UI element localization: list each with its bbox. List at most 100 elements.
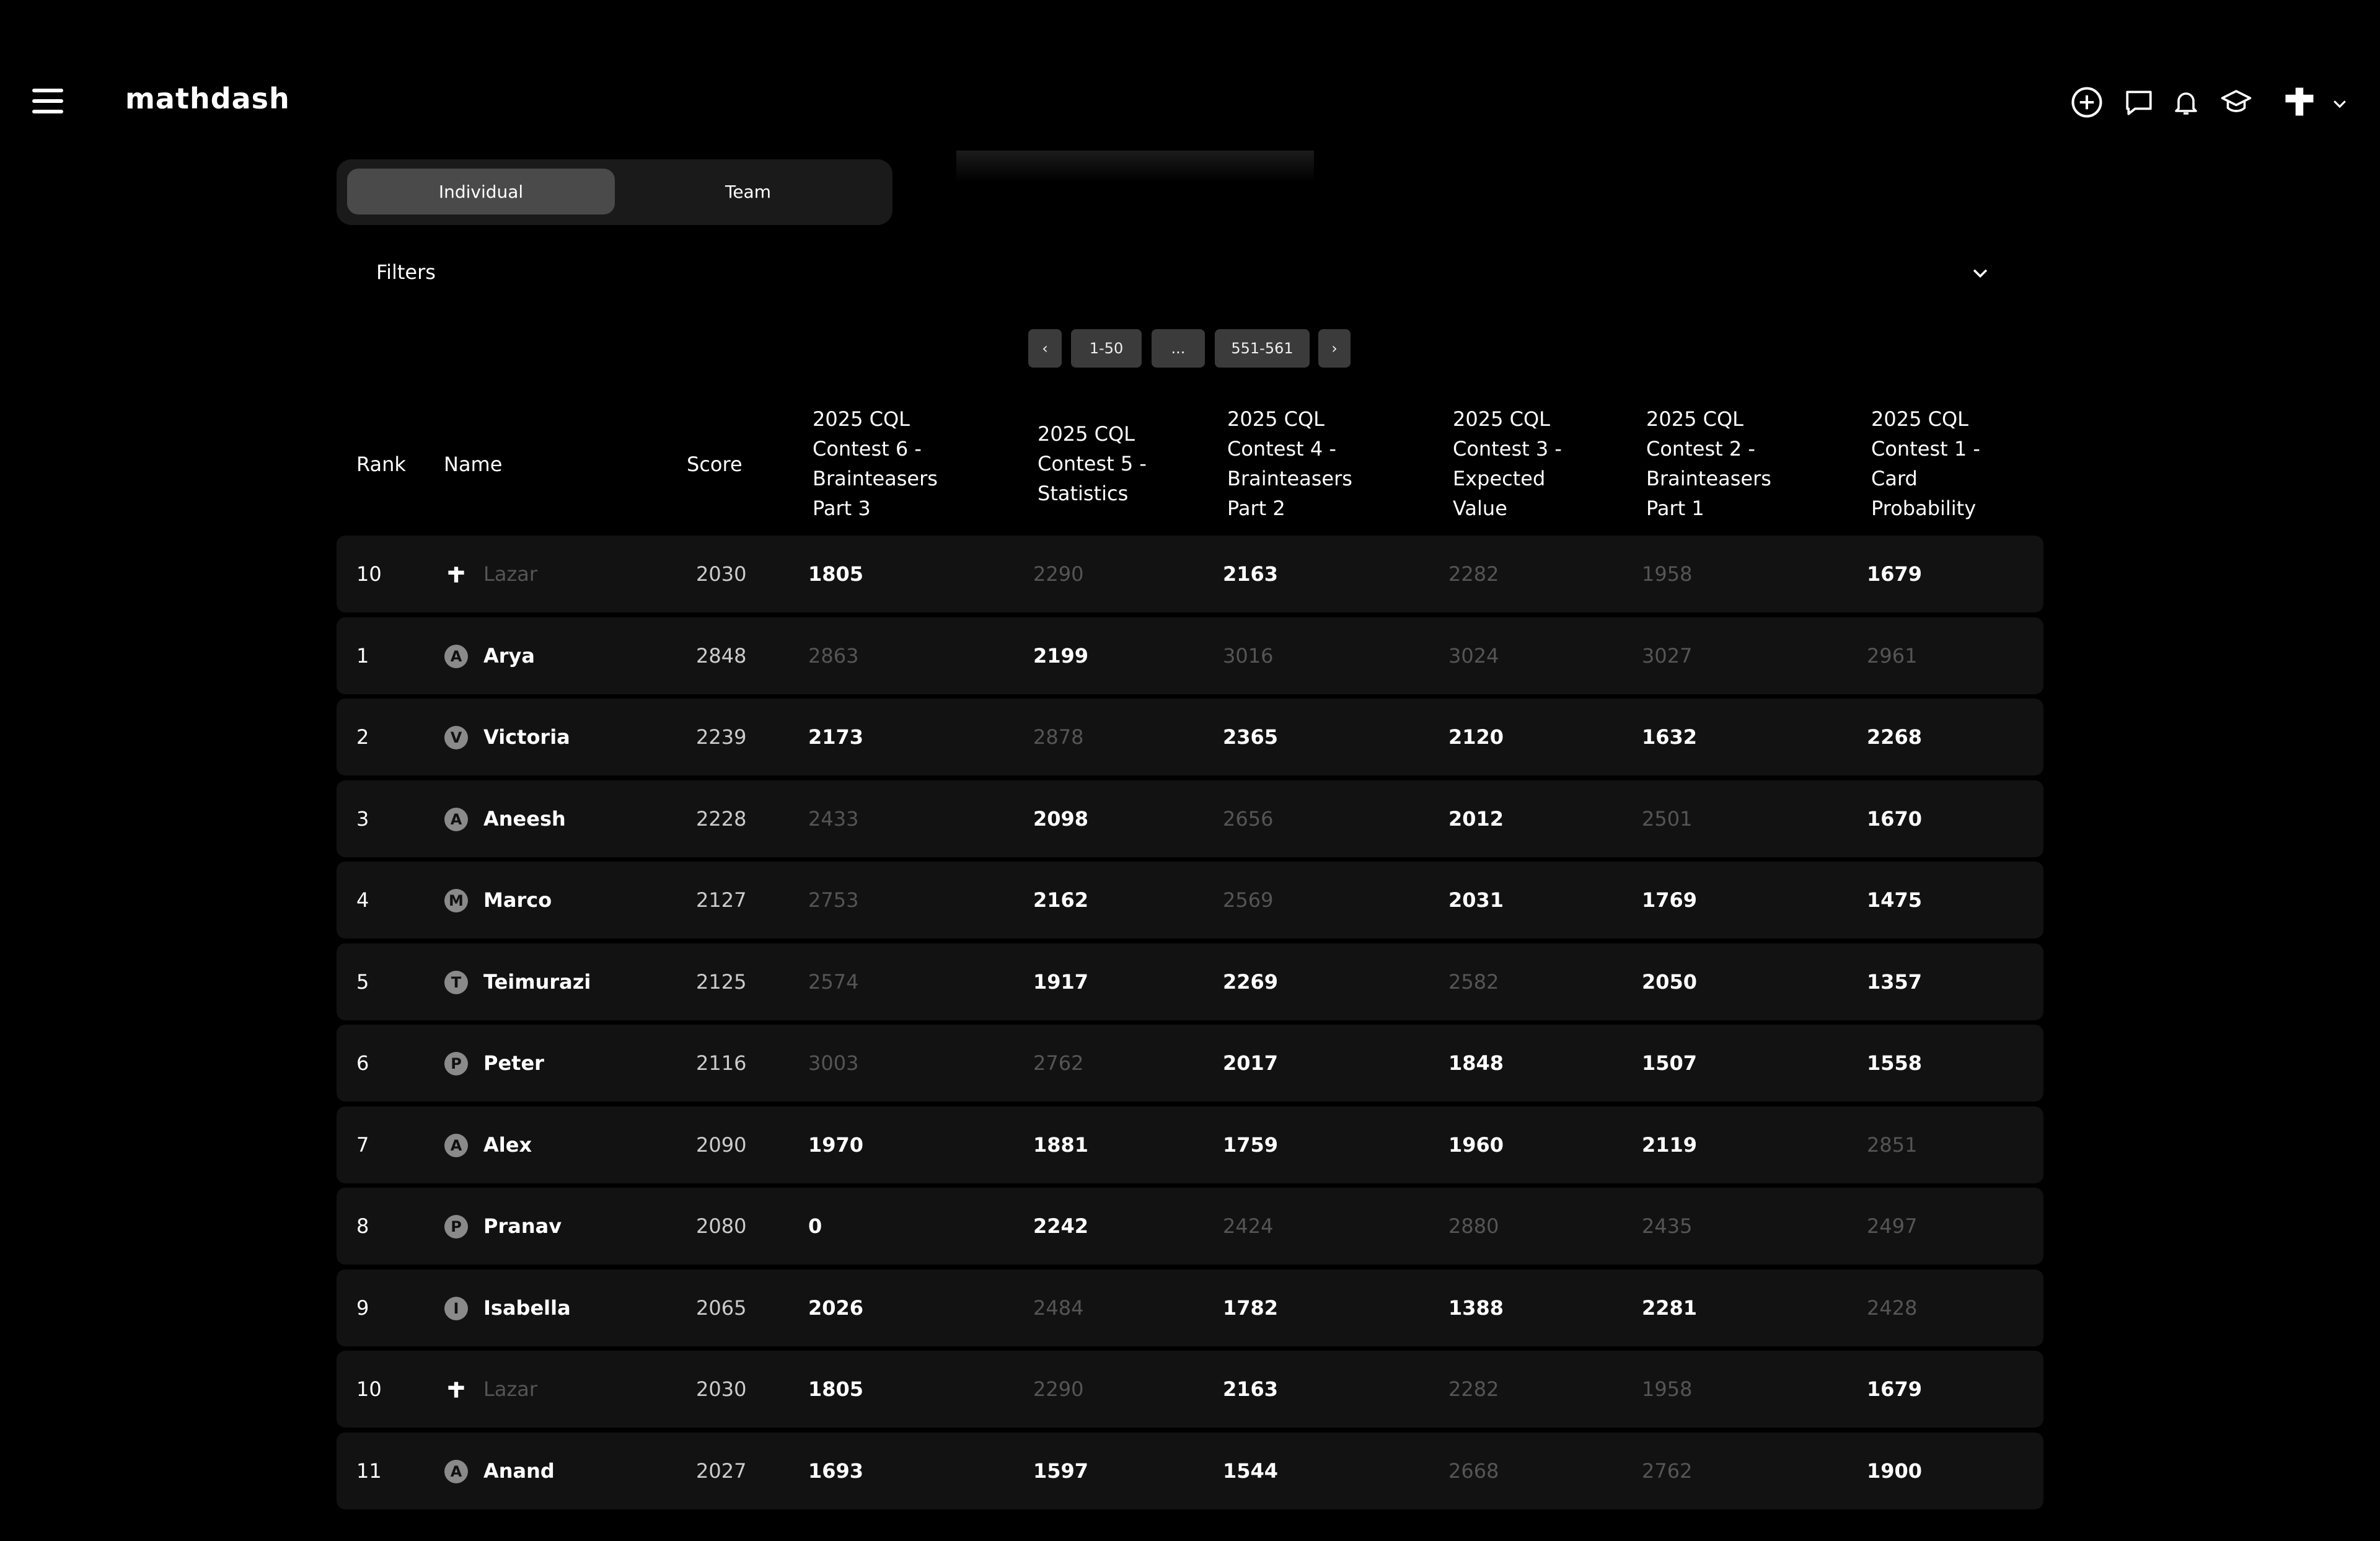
rank-cell: 10 (356, 1377, 382, 1401)
contest-score-cell: 2269 (1223, 969, 1279, 994)
table-row[interactable]: 3 A Aneesh 2228 2433 2098 2656 2012 2501 1670 (337, 780, 2043, 857)
header-contest-6[interactable]: 2025 CQL Contest 6 - Brainteasers Part 3 (813, 404, 938, 523)
contest-score-cell: 1782 (1223, 1296, 1279, 1320)
header-score[interactable]: Score (687, 449, 743, 479)
add-circle-icon[interactable] (2070, 86, 2104, 119)
avatar: V (444, 726, 468, 749)
header-name[interactable]: Name (444, 449, 502, 479)
filters-dropdown[interactable]: Filters (337, 251, 2043, 294)
rank-cell: 10 (356, 562, 382, 586)
hamburger-menu-icon[interactable] (32, 89, 63, 113)
header-contest-3[interactable]: 2025 CQL Contest 3 - Expected Value (1453, 404, 1562, 523)
score-cell: 2027 (696, 1459, 747, 1483)
table-row[interactable]: 5 T Teimurazi 2125 2574 1917 2269 2582 2050 1357 (337, 943, 2043, 1020)
rank-cell: 9 (356, 1296, 369, 1320)
header-line: Brainteasers (1646, 467, 1771, 490)
contest-score-cell: 2433 (808, 806, 859, 831)
contest-score-cell: 1693 (808, 1459, 864, 1483)
contest-score-cell: 0 (808, 1214, 822, 1238)
name-cell: Anand (483, 1459, 555, 1483)
header-line: 2025 CQL (1646, 407, 1743, 431)
rank-cell: 11 (356, 1459, 382, 1483)
faded-banner (956, 151, 1314, 182)
pagination-prev-button[interactable]: ‹ (1028, 329, 1062, 368)
contest-score-cell: 2484 (1033, 1296, 1084, 1320)
pagination-page-551-561[interactable]: 551-561 (1215, 329, 1310, 368)
table-row[interactable]: 9 I Isabella 2065 2026 2484 1782 1388 2281 2428 (337, 1269, 2043, 1346)
bell-icon[interactable] (2171, 86, 2201, 119)
contest-score-cell: 2878 (1033, 725, 1084, 749)
rank-cell: 1 (356, 643, 369, 668)
contest-score-cell: 2119 (1642, 1133, 1698, 1157)
header-contest-2[interactable]: 2025 CQL Contest 2 - Brainteasers Part 1 (1646, 404, 1771, 523)
header-line: Part 1 (1646, 497, 1704, 520)
contest-score-cell: 1388 (1448, 1296, 1504, 1320)
user-avatar-dropdown[interactable] (2281, 83, 2349, 120)
toggle-individual[interactable]: Individual (347, 169, 615, 214)
contest-score-cell: 2656 (1223, 806, 1274, 831)
avatar: P (444, 1052, 468, 1075)
table-row[interactable]: 11 A Anand 2027 1693 1597 1544 2668 2762 1900 (337, 1432, 2043, 1509)
header-line: Expected (1453, 467, 1546, 490)
name-cell: Aneesh (483, 806, 566, 831)
name-cell: Lazar (483, 562, 537, 586)
table-row[interactable]: 4 M Marco 2127 2753 2162 2569 2031 1769 1475 (337, 862, 2043, 938)
header-line: 2025 CQL (1871, 407, 1968, 431)
header-line: 2025 CQL (1227, 407, 1324, 431)
table-row[interactable]: 10 Lazar 2030 1805 2290 2163 2282 1958 1679 (337, 536, 2043, 612)
contest-score-cell: 3024 (1448, 643, 1499, 668)
avatar: A (444, 807, 468, 831)
table-row[interactable]: 7 A Alex 2090 1970 1881 1759 1960 2119 2851 (337, 1106, 2043, 1183)
name-cell: Teimurazi (483, 969, 591, 994)
contest-score-cell: 2163 (1223, 562, 1279, 586)
contest-score-cell: 1558 (1867, 1051, 1923, 1075)
contest-score-cell: 2497 (1867, 1214, 1918, 1238)
contest-score-cell: 1544 (1223, 1459, 1279, 1483)
contest-score-cell: 2012 (1448, 806, 1504, 831)
table-row[interactable]: 1 A Arya 2848 2863 2199 3016 3024 3027 2961 (337, 617, 2043, 694)
header-contest-4[interactable]: 2025 CQL Contest 4 - Brainteasers Part 2 (1227, 404, 1352, 523)
avatar: I (444, 1296, 468, 1320)
contest-score-cell: 3003 (808, 1051, 859, 1075)
score-cell: 2239 (696, 725, 747, 749)
contest-score-cell: 2031 (1448, 888, 1504, 912)
avatar: A (444, 1459, 468, 1483)
pagination-ellipsis[interactable]: ... (1152, 329, 1205, 368)
contest-score-cell: 1759 (1223, 1133, 1279, 1157)
table-row[interactable]: 2 V Victoria 2239 2173 2878 2365 2120 1632 2268 (337, 699, 2043, 775)
header-line: Card (1871, 467, 1918, 490)
contest-score-cell: 2026 (808, 1296, 864, 1320)
header-line: Contest 3 - (1453, 437, 1562, 461)
toggle-team[interactable]: Team (614, 169, 882, 214)
graduation-cap-icon[interactable] (2219, 86, 2254, 119)
contest-score-cell: 1848 (1448, 1051, 1504, 1075)
contest-score-cell: 1357 (1867, 969, 1923, 994)
contest-score-cell: 1632 (1642, 725, 1698, 749)
name-cell: Victoria (483, 725, 570, 749)
contest-score-cell: 2863 (808, 643, 859, 668)
header-contest-5[interactable]: 2025 CQL Contest 5 - Statistics (1038, 419, 1147, 508)
contest-score-cell: 1881 (1033, 1133, 1089, 1157)
contest-score-cell: 2120 (1448, 725, 1504, 749)
table-row[interactable]: 6 P Peter 2116 3003 2762 2017 1848 1507 1558 (337, 1025, 2043, 1102)
pagination-next-button[interactable]: › (1318, 329, 1351, 368)
table-row[interactable]: 10 Lazar 2030 1805 2290 2163 2282 1958 1679 (337, 1351, 2043, 1428)
pagination-page-1-50[interactable]: 1-50 (1071, 329, 1142, 368)
contest-score-cell: 1900 (1867, 1459, 1923, 1483)
rank-cell: 8 (356, 1214, 369, 1238)
header-line: Contest 5 - (1038, 452, 1147, 475)
chevron-down-icon (2330, 94, 2349, 113)
header-line: 2025 CQL (1453, 407, 1550, 431)
contest-score-cell: 2290 (1033, 1377, 1084, 1401)
contest-score-cell: 1769 (1642, 888, 1698, 912)
contest-score-cell: 1958 (1642, 562, 1693, 586)
contest-score-cell: 2961 (1867, 643, 1918, 668)
rank-cell: 4 (356, 888, 369, 912)
avatar: T (444, 970, 468, 994)
header-rank[interactable]: Rank (356, 449, 406, 479)
app-logo[interactable]: mathdash (125, 82, 290, 115)
chat-icon[interactable] (2123, 86, 2154, 119)
header-contest-1[interactable]: 2025 CQL Contest 1 - Card Probability (1871, 404, 1980, 523)
table-row[interactable]: 8 P Pranav 2080 0 2242 2424 2880 2435 2497 (337, 1188, 2043, 1265)
score-cell: 2848 (696, 643, 747, 668)
